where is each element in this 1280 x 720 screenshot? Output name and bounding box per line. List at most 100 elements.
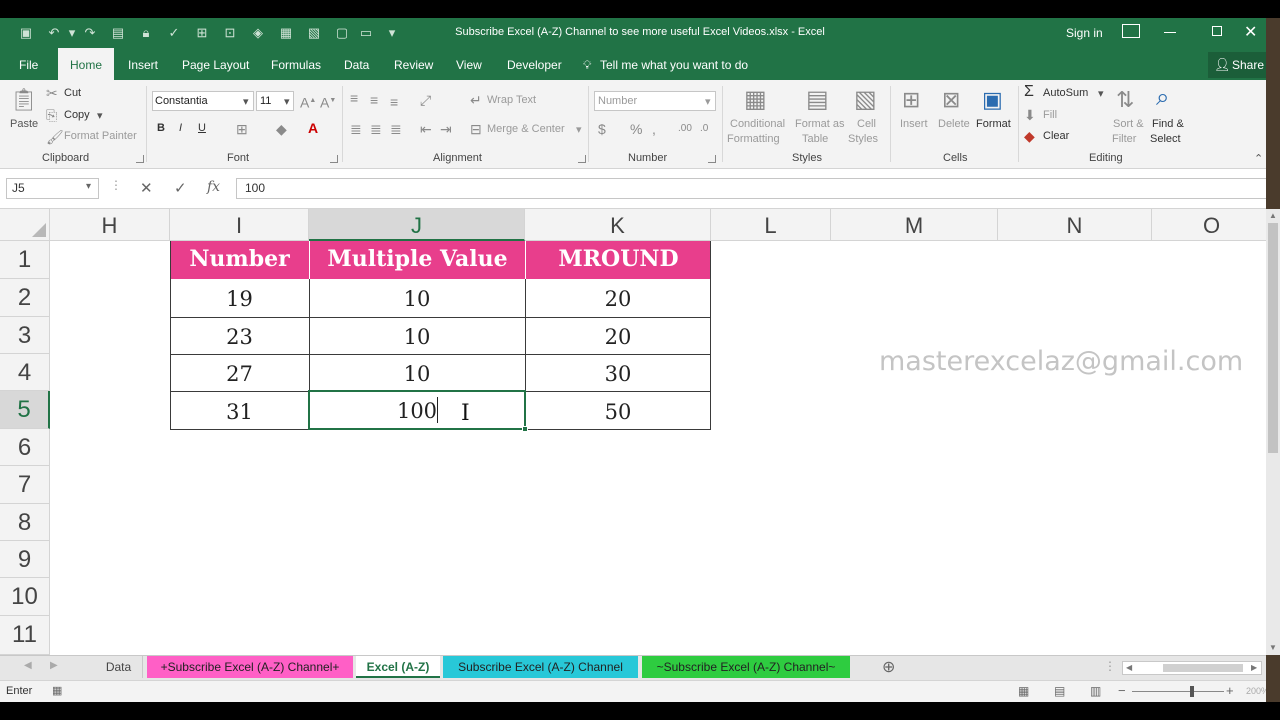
sheet-tab-excel-a-z[interactable]: Excel (A-Z) xyxy=(356,656,440,678)
sign-in-link[interactable]: Sign in xyxy=(1066,26,1103,40)
worksheet-grid[interactable]: H I J K L M N O 1 2 3 4 5 6 7 8 9 10 11 … xyxy=(0,209,1266,655)
minimize-icon[interactable] xyxy=(1164,32,1176,33)
zoom-out-icon[interactable]: − xyxy=(1118,683,1126,698)
cell-j4[interactable]: 10 xyxy=(309,354,525,391)
wrap-text-icon[interactable]: ↵ xyxy=(470,92,482,108)
conditional-formatting-icon[interactable]: ▦ xyxy=(744,86,767,114)
qat-icon-5[interactable]: ▦ xyxy=(278,25,294,41)
cell-styles-icon[interactable]: ▧ xyxy=(854,86,877,114)
row-header-10[interactable]: 10 xyxy=(0,578,50,616)
scroll-left-icon[interactable]: ◀ xyxy=(1126,663,1132,672)
row-header-8[interactable]: 8 xyxy=(0,504,50,541)
new-sheet-icon[interactable]: ⊕ xyxy=(882,657,895,677)
row-header-6[interactable]: 6 xyxy=(0,429,50,466)
scroll-right-icon[interactable]: ▶ xyxy=(1251,663,1257,672)
restore-icon[interactable] xyxy=(1212,26,1222,36)
zoom-slider-thumb[interactable] xyxy=(1190,686,1194,697)
qat-icon-1[interactable]: ▤ xyxy=(110,25,126,41)
delete-cells-icon[interactable]: ⊠ xyxy=(942,86,960,114)
scroll-thumb[interactable] xyxy=(1268,223,1278,453)
format-as-table-icon[interactable]: ▤ xyxy=(806,86,829,114)
cell-styles-label-2[interactable]: Styles xyxy=(848,133,878,145)
cell-k4[interactable]: 30 xyxy=(525,354,711,391)
comma-icon[interactable]: , xyxy=(652,121,656,137)
tab-view[interactable]: View xyxy=(456,48,482,80)
undo-dropdown-icon[interactable]: ▾ xyxy=(64,25,80,41)
header-mround[interactable]: MROUND xyxy=(525,241,711,279)
select-all-corner[interactable] xyxy=(0,209,50,241)
conditional-formatting-label[interactable]: Conditional xyxy=(730,118,785,130)
copy-icon[interactable]: ⎘ xyxy=(46,107,57,123)
qat-icon-8[interactable]: ▭ xyxy=(358,25,374,41)
page-layout-view-icon[interactable]: ▤ xyxy=(1054,684,1065,698)
cut-button[interactable]: Cut xyxy=(64,87,81,99)
qat-icon-4[interactable]: ◈ xyxy=(250,25,266,41)
sheet-tab-subscribe-tilde[interactable]: ~Subscribe Excel (A-Z) Channel~ xyxy=(642,656,850,678)
tab-review[interactable]: Review xyxy=(394,48,433,80)
row-header-9[interactable]: 9 xyxy=(0,541,50,578)
cell-k5[interactable]: 50 xyxy=(525,391,711,429)
lock-icon[interactable]: 🔒︎ xyxy=(138,25,154,41)
increase-indent-icon[interactable]: ⇥ xyxy=(440,121,452,137)
font-size-select[interactable]: 11 ▾ xyxy=(256,91,294,111)
chevron-down-icon[interactable]: ▾ xyxy=(1098,87,1104,100)
cell-styles-label[interactable]: Cell xyxy=(857,118,876,130)
column-header-m[interactable]: M xyxy=(831,209,998,241)
bold-button[interactable]: B xyxy=(157,122,165,134)
accounting-icon[interactable]: $ xyxy=(598,121,606,137)
column-header-k[interactable]: K xyxy=(525,209,711,241)
insert-cells-icon[interactable]: ⊞ xyxy=(902,86,920,114)
insert-function-icon[interactable]: fx xyxy=(207,179,220,195)
font-name-select[interactable]: Constantia ▾ xyxy=(152,91,254,111)
tab-file[interactable]: File xyxy=(19,48,38,80)
header-multiple-value[interactable]: Multiple Value xyxy=(309,241,525,279)
paste-icon[interactable]: 📋︎ xyxy=(10,86,38,114)
format-painter-icon[interactable]: 🖌︎ xyxy=(46,129,64,145)
zoom-in-icon[interactable]: + xyxy=(1226,683,1234,698)
cell-j2[interactable]: 10 xyxy=(309,279,525,317)
merge-center-button[interactable]: Merge & Center xyxy=(487,123,565,135)
sort-filter-icon[interactable]: ⇅ xyxy=(1116,86,1134,114)
horizontal-scrollbar[interactable]: ◀ ▶ xyxy=(1122,661,1262,675)
vertical-scrollbar[interactable]: ▲ ▼ xyxy=(1266,209,1280,655)
find-select-label[interactable]: Find & xyxy=(1152,118,1184,130)
underline-button[interactable]: U xyxy=(198,122,206,134)
decrease-font-icon[interactable]: A▼ xyxy=(320,93,336,111)
fill-button[interactable]: Fill xyxy=(1043,109,1057,121)
row-header-11[interactable]: 11 xyxy=(0,616,50,655)
delete-cells-button[interactable]: Delete xyxy=(938,118,970,130)
format-painter-button[interactable]: Format Painter xyxy=(64,130,137,142)
format-as-table-label[interactable]: Format as xyxy=(795,118,845,130)
redo-icon[interactable]: ↷ xyxy=(82,25,98,41)
align-right-icon[interactable]: ≣ xyxy=(390,121,402,137)
wrap-text-button[interactable]: Wrap Text xyxy=(487,94,536,106)
row-header-5[interactable]: 5 xyxy=(0,391,50,429)
number-format-select[interactable]: Number ▾ xyxy=(594,91,716,111)
column-header-h[interactable]: H xyxy=(50,209,170,241)
hscroll-thumb[interactable] xyxy=(1163,664,1243,672)
qat-icon-2[interactable]: ⊞ xyxy=(194,25,210,41)
merge-center-icon[interactable]: ⊟ xyxy=(470,121,482,137)
formula-input[interactable]: 100 xyxy=(236,178,1272,199)
column-header-j[interactable]: J xyxy=(309,209,525,241)
sort-filter-label[interactable]: Sort & xyxy=(1113,118,1144,130)
font-color-icon[interactable]: A xyxy=(308,120,318,136)
format-cells-icon[interactable]: ▣ xyxy=(982,86,1003,114)
tab-data[interactable]: Data xyxy=(344,48,369,80)
decrease-decimal-icon[interactable]: .0 xyxy=(700,121,708,137)
align-center-icon[interactable]: ≣ xyxy=(370,121,382,137)
paste-label[interactable]: Paste xyxy=(10,118,38,130)
column-header-l[interactable]: L xyxy=(711,209,831,241)
fill-color-icon[interactable]: ◆ xyxy=(276,121,287,137)
cell-i3[interactable]: 23 xyxy=(170,317,309,354)
qat-icon-6[interactable]: ▧ xyxy=(306,25,322,41)
header-number[interactable]: Number xyxy=(170,241,309,279)
close-icon[interactable]: ✕ xyxy=(1244,22,1257,42)
tab-page-layout[interactable]: Page Layout xyxy=(182,48,249,80)
autosum-icon[interactable]: Σ xyxy=(1024,84,1034,100)
bottom-align-icon[interactable]: ≡ xyxy=(390,94,398,110)
tab-developer[interactable]: Developer xyxy=(507,48,562,80)
copy-dropdown-icon[interactable]: ▾ xyxy=(97,109,103,122)
cell-k3[interactable]: 20 xyxy=(525,317,711,354)
tell-me-search[interactable]: Tell me what you want to do xyxy=(600,48,748,80)
